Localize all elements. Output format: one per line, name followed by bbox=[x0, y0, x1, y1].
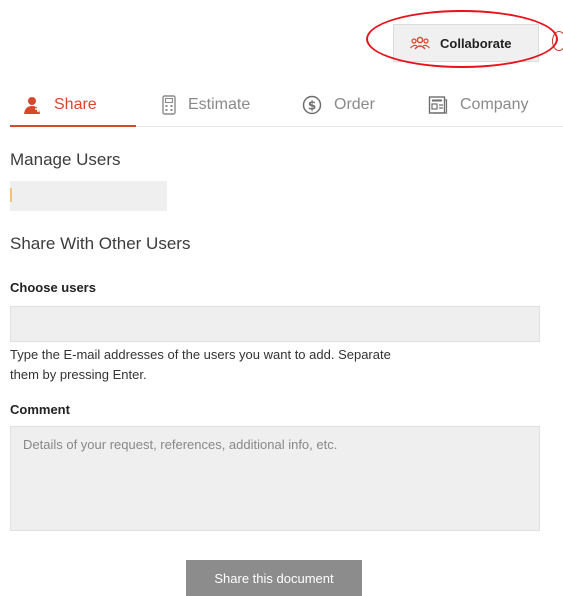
collaborate-label: Collaborate bbox=[440, 35, 512, 51]
calculator-icon bbox=[162, 95, 176, 115]
tab-order-label: Order bbox=[334, 96, 375, 113]
choose-users-input[interactable] bbox=[10, 306, 540, 342]
tab-bar: Share Estimate $ Order Company bbox=[10, 84, 563, 127]
tab-order[interactable]: $ Order bbox=[302, 84, 375, 126]
manage-users-heading: Manage Users bbox=[10, 150, 121, 169]
help-text: Type the E-mail addresses of the users y… bbox=[10, 347, 391, 382]
svg-text:$: $ bbox=[308, 99, 316, 113]
comment-placeholder: Details of your request, references, add… bbox=[23, 437, 338, 452]
help-icon[interactable] bbox=[552, 31, 563, 51]
dollar-circle-icon: $ bbox=[302, 95, 322, 115]
tab-share-label: Share bbox=[54, 96, 97, 113]
tab-estimate-label: Estimate bbox=[188, 96, 251, 113]
comment-textarea[interactable]: Details of your request, references, add… bbox=[10, 426, 540, 531]
tab-share[interactable]: Share bbox=[10, 84, 136, 127]
tab-company[interactable]: Company bbox=[428, 84, 528, 126]
share-user-icon bbox=[22, 95, 42, 115]
user-chip[interactable] bbox=[10, 181, 167, 211]
company-card-icon bbox=[428, 95, 448, 115]
share-document-button[interactable]: Share this document bbox=[186, 560, 362, 596]
tab-company-label: Company bbox=[460, 96, 529, 113]
share-heading: Share With Other Users bbox=[10, 234, 191, 253]
collaborate-button[interactable]: Collaborate bbox=[393, 24, 539, 62]
users-icon bbox=[410, 36, 430, 50]
tab-estimate[interactable]: Estimate bbox=[162, 84, 250, 126]
choose-users-label: Choose users bbox=[10, 280, 96, 295]
comment-label: Comment bbox=[10, 402, 70, 417]
